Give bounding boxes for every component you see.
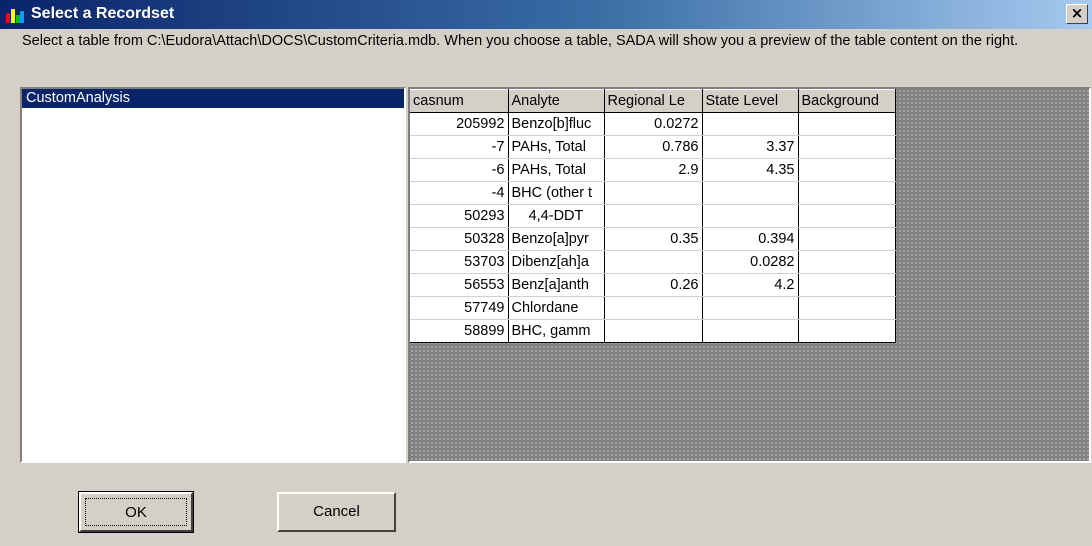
cell-casnum: 50293 [410,204,509,228]
cell-analyte: PAHs, Total [508,158,605,182]
cell-background [798,319,896,343]
cell-state-level: 4.35 [702,158,799,182]
cell-state-level: 3.37 [702,135,799,159]
cell-casnum: -6 [410,158,509,182]
table-row[interactable]: -6 PAHs, Total 2.9 4.35 [410,158,896,182]
column-header-casnum[interactable]: casnum [410,89,509,113]
cell-regional-level: 2.9 [604,158,703,182]
close-icon: × [1070,4,1084,22]
cell-casnum: 58899 [410,319,509,343]
cell-analyte: Chlordane [508,296,605,320]
title-bar[interactable]: Select a Recordset × [0,0,1092,29]
close-button[interactable]: × [1066,4,1088,24]
cell-regional-level [604,204,703,228]
cell-casnum: -4 [410,181,509,205]
cell-background [798,181,896,205]
table-row[interactable]: -7 PAHs, Total 0.786 3.37 [410,135,896,159]
cell-state-level [702,112,799,136]
cell-casnum: 56553 [410,273,509,297]
table-row[interactable]: 57749 Chlordane [410,296,896,320]
cell-state-level: 0.394 [702,227,799,251]
cell-casnum: 57749 [410,296,509,320]
table-row[interactable]: 205992 Benzo[b]fluc 0.0272 [410,112,896,136]
cell-casnum: 53703 [410,250,509,274]
cell-background [798,273,896,297]
cell-background [798,158,896,182]
preview-table: casnum Analyte Regional Le State Level B… [410,89,896,343]
cell-background [798,296,896,320]
ok-button[interactable]: OK [78,491,194,533]
cell-regional-level: 0.0272 [604,112,703,136]
cell-analyte: PAHs, Total [508,135,605,159]
table-row[interactable]: 50293 4,4-DDT [410,204,896,228]
preview-grid-area[interactable]: casnum Analyte Regional Le State Level B… [408,87,1091,463]
cell-background [798,112,896,136]
cell-analyte: BHC, gamm [508,319,605,343]
column-header-regional-level[interactable]: Regional Le [604,89,703,113]
cell-regional-level [604,181,703,205]
table-row[interactable]: -4 BHC (other t [410,181,896,205]
table-row[interactable]: 50328 Benzo[a]pyr 0.35 0.394 [410,227,896,251]
cell-casnum: 50328 [410,227,509,251]
cell-regional-level: 0.786 [604,135,703,159]
cell-regional-level [604,250,703,274]
cell-background [798,135,896,159]
table-row[interactable]: 53703 Dibenz[ah]a 0.0282 [410,250,896,274]
cell-state-level [702,181,799,205]
cancel-button[interactable]: Cancel [277,492,396,532]
cell-regional-level: 0.26 [604,273,703,297]
cell-analyte: Benz[a]anth [508,273,605,297]
ok-button-label: OK [85,498,187,526]
cell-state-level: 4.2 [702,273,799,297]
list-item-customanalysis[interactable]: CustomAnalysis [22,89,404,108]
table-row[interactable]: 56553 Benz[a]anth 0.26 4.2 [410,273,896,297]
table-row[interactable]: 58899 BHC, gamm [410,319,896,343]
column-header-background[interactable]: Background [798,89,896,113]
column-header-analyte[interactable]: Analyte [508,89,605,113]
cell-analyte: BHC (other t [508,181,605,205]
cell-background [798,250,896,274]
cell-state-level [702,319,799,343]
cell-state-level: 0.0282 [702,250,799,274]
cell-analyte: Benzo[a]pyr [508,227,605,251]
cell-state-level [702,204,799,228]
cell-analyte: 4,4-DDT [508,204,605,228]
cell-background [798,204,896,228]
cell-casnum: -7 [410,135,509,159]
cell-regional-level [604,319,703,343]
cell-background [798,227,896,251]
cell-regional-level [604,296,703,320]
column-header-state-level[interactable]: State Level [702,89,799,113]
cell-analyte: Benzo[b]fluc [508,112,605,136]
cell-state-level [702,296,799,320]
window-title: Select a Recordset [31,5,175,22]
table-listbox[interactable]: CustomAnalysis [20,87,406,463]
cell-casnum: 205992 [410,112,509,136]
cell-analyte: Dibenz[ah]a [508,250,605,274]
cell-regional-level: 0.35 [604,227,703,251]
table-header-row: casnum Analyte Regional Le State Level B… [410,89,896,113]
app-icon [6,9,24,23]
instructions-text: Select a table from C:\Eudora\Attach\DOC… [22,33,1019,49]
